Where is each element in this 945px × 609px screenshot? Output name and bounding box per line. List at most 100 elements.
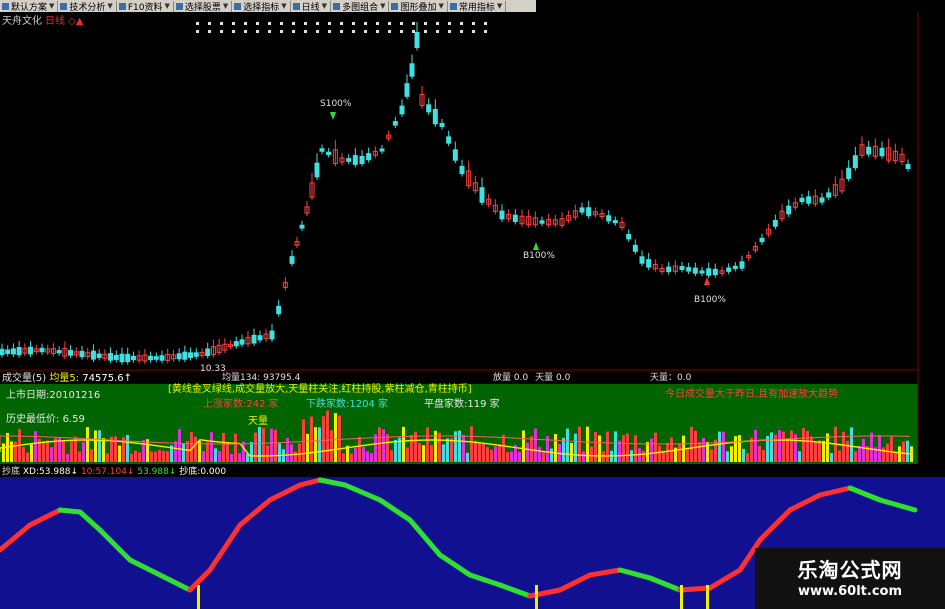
volume-bar (690, 426, 693, 462)
volume-bar (418, 443, 421, 462)
signal-marker (316, 30, 319, 33)
volume-bar (886, 443, 889, 462)
volume-bar (270, 428, 273, 462)
volume-bar (826, 433, 829, 462)
tianliang-header-value: 0.0 (677, 373, 692, 383)
signal-marker (472, 22, 475, 25)
volume-bar (634, 435, 637, 462)
volume-bar (878, 435, 881, 462)
volume-bar (306, 433, 309, 462)
candlestick (826, 192, 832, 198)
signal-marker (292, 30, 295, 33)
candlestick (879, 147, 885, 157)
candlestick (446, 136, 452, 144)
volume-note: 今日成交量大于昨日,且有加速放大趋势 (665, 389, 839, 400)
historical-min-label: 历史最低价: (6, 414, 60, 425)
volume-bar (406, 447, 409, 462)
volume-bar (882, 447, 885, 462)
volume-bar (598, 435, 601, 462)
candlestick (233, 341, 239, 347)
volume-bar (274, 429, 277, 462)
volume-bar (482, 443, 485, 462)
volume-bar (150, 451, 153, 462)
candlestick (499, 210, 505, 220)
signal-marker (424, 30, 427, 33)
candlestick (679, 266, 685, 270)
candlestick (392, 121, 398, 126)
signal-marker (280, 22, 283, 25)
volume-bar (202, 451, 205, 462)
volume-bar (774, 434, 777, 462)
candlestick (712, 268, 718, 276)
candlestick (439, 123, 445, 127)
signal-marker (376, 30, 379, 33)
volume-bar (250, 441, 253, 462)
volume-bar (194, 436, 197, 462)
candlestick (314, 162, 320, 178)
candlestick (479, 187, 485, 203)
candlestick (108, 353, 114, 361)
volume-bar (550, 448, 553, 462)
volume-bar (154, 451, 157, 462)
signal-marker (280, 30, 283, 33)
volume-mid-label: 均量134: (222, 373, 261, 383)
osc-param-value: 53.988↓ (39, 467, 79, 477)
volume-bar (498, 444, 501, 462)
volume-bar (474, 440, 477, 462)
volume-bar (230, 453, 233, 462)
volume-bar (478, 443, 481, 462)
volume-bar (206, 442, 209, 462)
historical-min-value: 6.59 (62, 414, 85, 425)
chart-canvas[interactable] (0, 0, 945, 609)
volume-bar (862, 438, 865, 462)
signal-marker (436, 30, 439, 33)
candlestick (772, 219, 778, 227)
volume-bar (726, 451, 729, 462)
volume-bar (62, 440, 65, 462)
volume-bar (850, 427, 853, 462)
volume-bar (426, 427, 429, 462)
volume-bar (14, 441, 17, 462)
volume-bar (786, 438, 789, 462)
volume-bar (854, 451, 857, 462)
signal-marker (292, 22, 295, 25)
candlestick (346, 158, 352, 162)
candlestick (16, 347, 22, 356)
volume-bar (722, 431, 725, 462)
volume-bar (578, 426, 581, 462)
candlestick (819, 197, 825, 203)
signal-marker (328, 30, 331, 33)
candlestick (539, 220, 545, 224)
signal-marker (388, 22, 391, 25)
volume-bar (642, 450, 645, 462)
volume-bar (286, 437, 289, 462)
volume-bar (830, 453, 833, 462)
volume-bar (782, 431, 785, 462)
candlestick (96, 353, 102, 358)
tianliang-marker: 天量 (248, 416, 268, 427)
volume-bar (446, 438, 449, 462)
signal-marker (472, 30, 475, 33)
volume-bar (518, 451, 521, 462)
volume-bar (490, 449, 493, 462)
volume-bar (366, 451, 369, 462)
volume-mid-items: 均量134: 93795.4 (222, 373, 300, 384)
volume-bar (538, 447, 541, 462)
volume-tail-value: 0.0 (555, 373, 571, 383)
volume-bar (582, 451, 585, 462)
candlestick (182, 351, 188, 360)
volume-bar (46, 440, 49, 462)
volume-bar (838, 450, 841, 462)
oscillator-segment (57, 507, 83, 515)
volume-bar (186, 440, 189, 462)
volume-bar (102, 438, 105, 462)
volume-bar (554, 434, 557, 462)
volume-bar (66, 453, 69, 462)
bottom-signal-bar (197, 585, 200, 609)
volume-bar (30, 444, 33, 462)
signal-marker (268, 22, 271, 25)
volume-bar (130, 453, 133, 462)
volume-bar (698, 442, 701, 462)
volume-bar (870, 432, 873, 462)
osc-param-label: 抄底: (179, 467, 201, 477)
